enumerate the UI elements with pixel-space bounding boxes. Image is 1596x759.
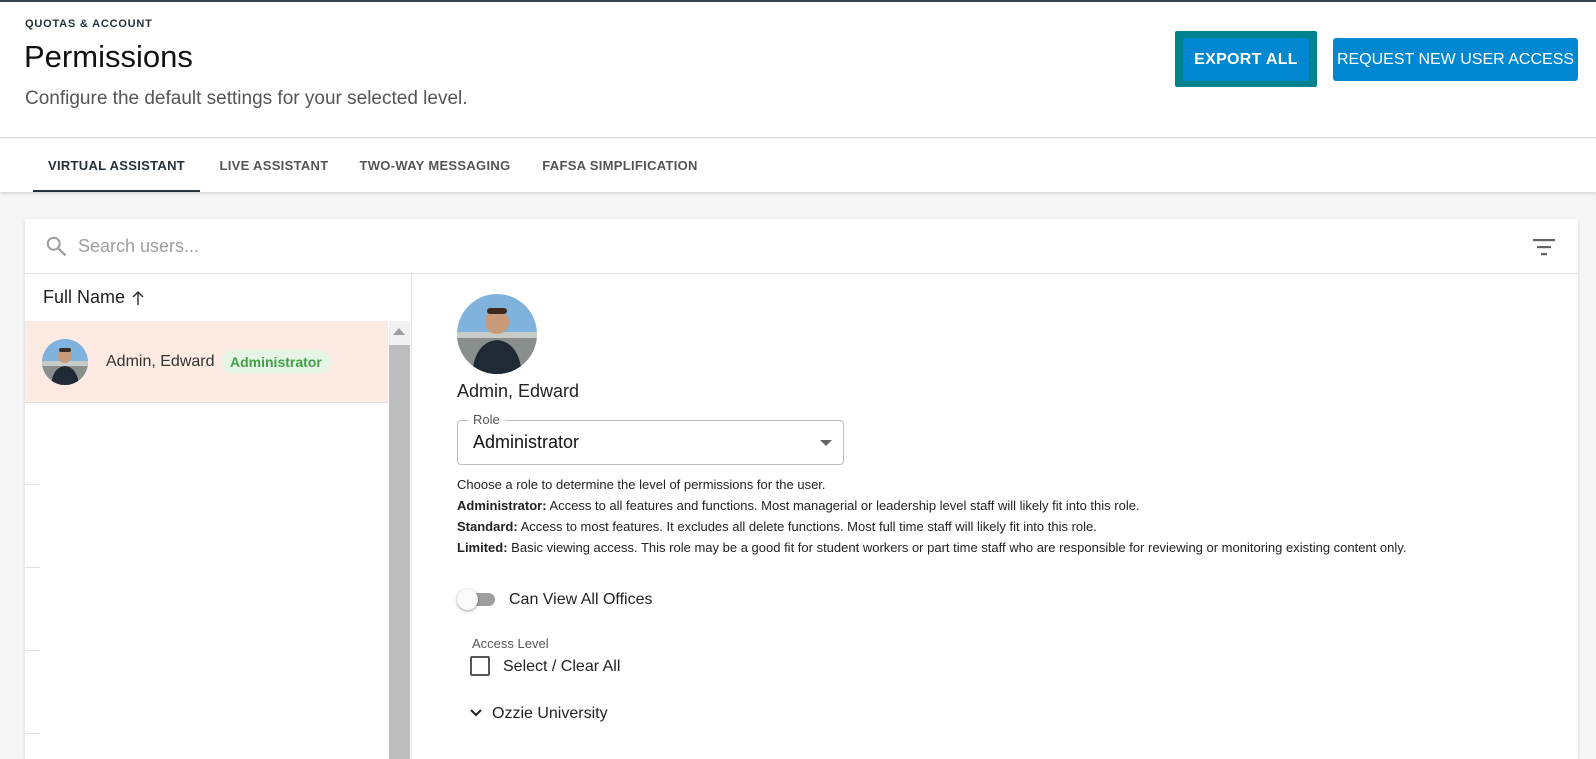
- full-name-column-header[interactable]: Full Name: [25, 274, 412, 321]
- avatar: [457, 294, 537, 374]
- page-subtitle: Configure the default settings for your …: [25, 88, 468, 109]
- list-scrollbar[interactable]: [389, 321, 410, 759]
- row-divider: [25, 567, 40, 568]
- role-help-intro: Choose a role to determine the level of …: [457, 477, 826, 492]
- role-help-administrator: Administrator: Access to all features an…: [457, 498, 1140, 513]
- role-help-standard: Standard: Access to most features. It ex…: [457, 519, 1097, 534]
- search-bar: [25, 219, 1578, 274]
- page-header: QUOTAS & ACCOUNT Permissions Configure t…: [0, 2, 1596, 138]
- permissions-card: Full Name Admin, Edward Administrator: [25, 219, 1578, 759]
- tab-live-assistant[interactable]: LIVE ASSISTANT: [210, 139, 338, 192]
- tab-two-way-messaging[interactable]: TWO-WAY MESSAGING: [354, 139, 516, 192]
- breadcrumb: QUOTAS & ACCOUNT: [25, 18, 153, 30]
- user-detail-panel: Admin, Edward Role Administrator Choose …: [413, 274, 1578, 759]
- filter-icon[interactable]: [1532, 236, 1556, 258]
- role-select-value: Administrator: [473, 432, 580, 452]
- row-divider: [25, 484, 40, 485]
- role-help-limited: Limited: Basic viewing access. This role…: [457, 540, 1407, 555]
- role-help-text: Choose a role to determine the level of …: [457, 474, 1557, 558]
- select-clear-all-checkbox[interactable]: [470, 656, 490, 676]
- tab-virtual-assistant[interactable]: VIRTUAL ASSISTANT: [33, 139, 200, 192]
- search-icon: [46, 236, 66, 256]
- scroll-up-arrow-icon[interactable]: [393, 328, 405, 335]
- arrow-up-icon[interactable]: [131, 290, 145, 306]
- row-divider: [25, 650, 40, 651]
- toggle-thumb: [457, 589, 478, 610]
- chevron-down-icon: [820, 440, 832, 446]
- select-clear-all-label: Select / Clear All: [503, 658, 621, 675]
- page-title: Permissions: [24, 39, 193, 74]
- user-name: Admin, Edward: [106, 353, 215, 370]
- user-list-item[interactable]: Admin, Edward Administrator: [25, 321, 388, 403]
- toggle-label: Can View All Offices: [509, 591, 653, 608]
- column-header-label: Full Name: [43, 287, 126, 307]
- request-new-user-access-button[interactable]: REQUEST NEW USER ACCESS: [1333, 38, 1578, 81]
- chevron-down-icon[interactable]: [469, 708, 483, 718]
- role-select-label: Role: [468, 412, 505, 427]
- selected-user-name: Admin, Edward: [457, 381, 580, 401]
- role-badge: Administrator: [221, 350, 331, 374]
- tree-item-ozzie-university[interactable]: Ozzie University: [492, 705, 608, 723]
- tab-fafsa-simplification[interactable]: FAFSA SIMPLIFICATION: [534, 139, 706, 192]
- access-level-label: Access Level: [472, 636, 549, 651]
- user-list-panel: Full Name Admin, Edward Administrator: [25, 274, 412, 759]
- tab-bar: VIRTUAL ASSISTANT LIVE ASSISTANT TWO-WAY…: [0, 139, 1596, 192]
- search-input[interactable]: [78, 231, 1378, 261]
- scrollbar-thumb[interactable]: [389, 345, 410, 759]
- view-all-offices-toggle[interactable]: [457, 587, 499, 611]
- export-all-button[interactable]: EXPORT ALL: [1183, 38, 1309, 81]
- avatar: [42, 339, 88, 385]
- role-select[interactable]: Role Administrator: [457, 412, 844, 465]
- row-divider: [25, 733, 40, 734]
